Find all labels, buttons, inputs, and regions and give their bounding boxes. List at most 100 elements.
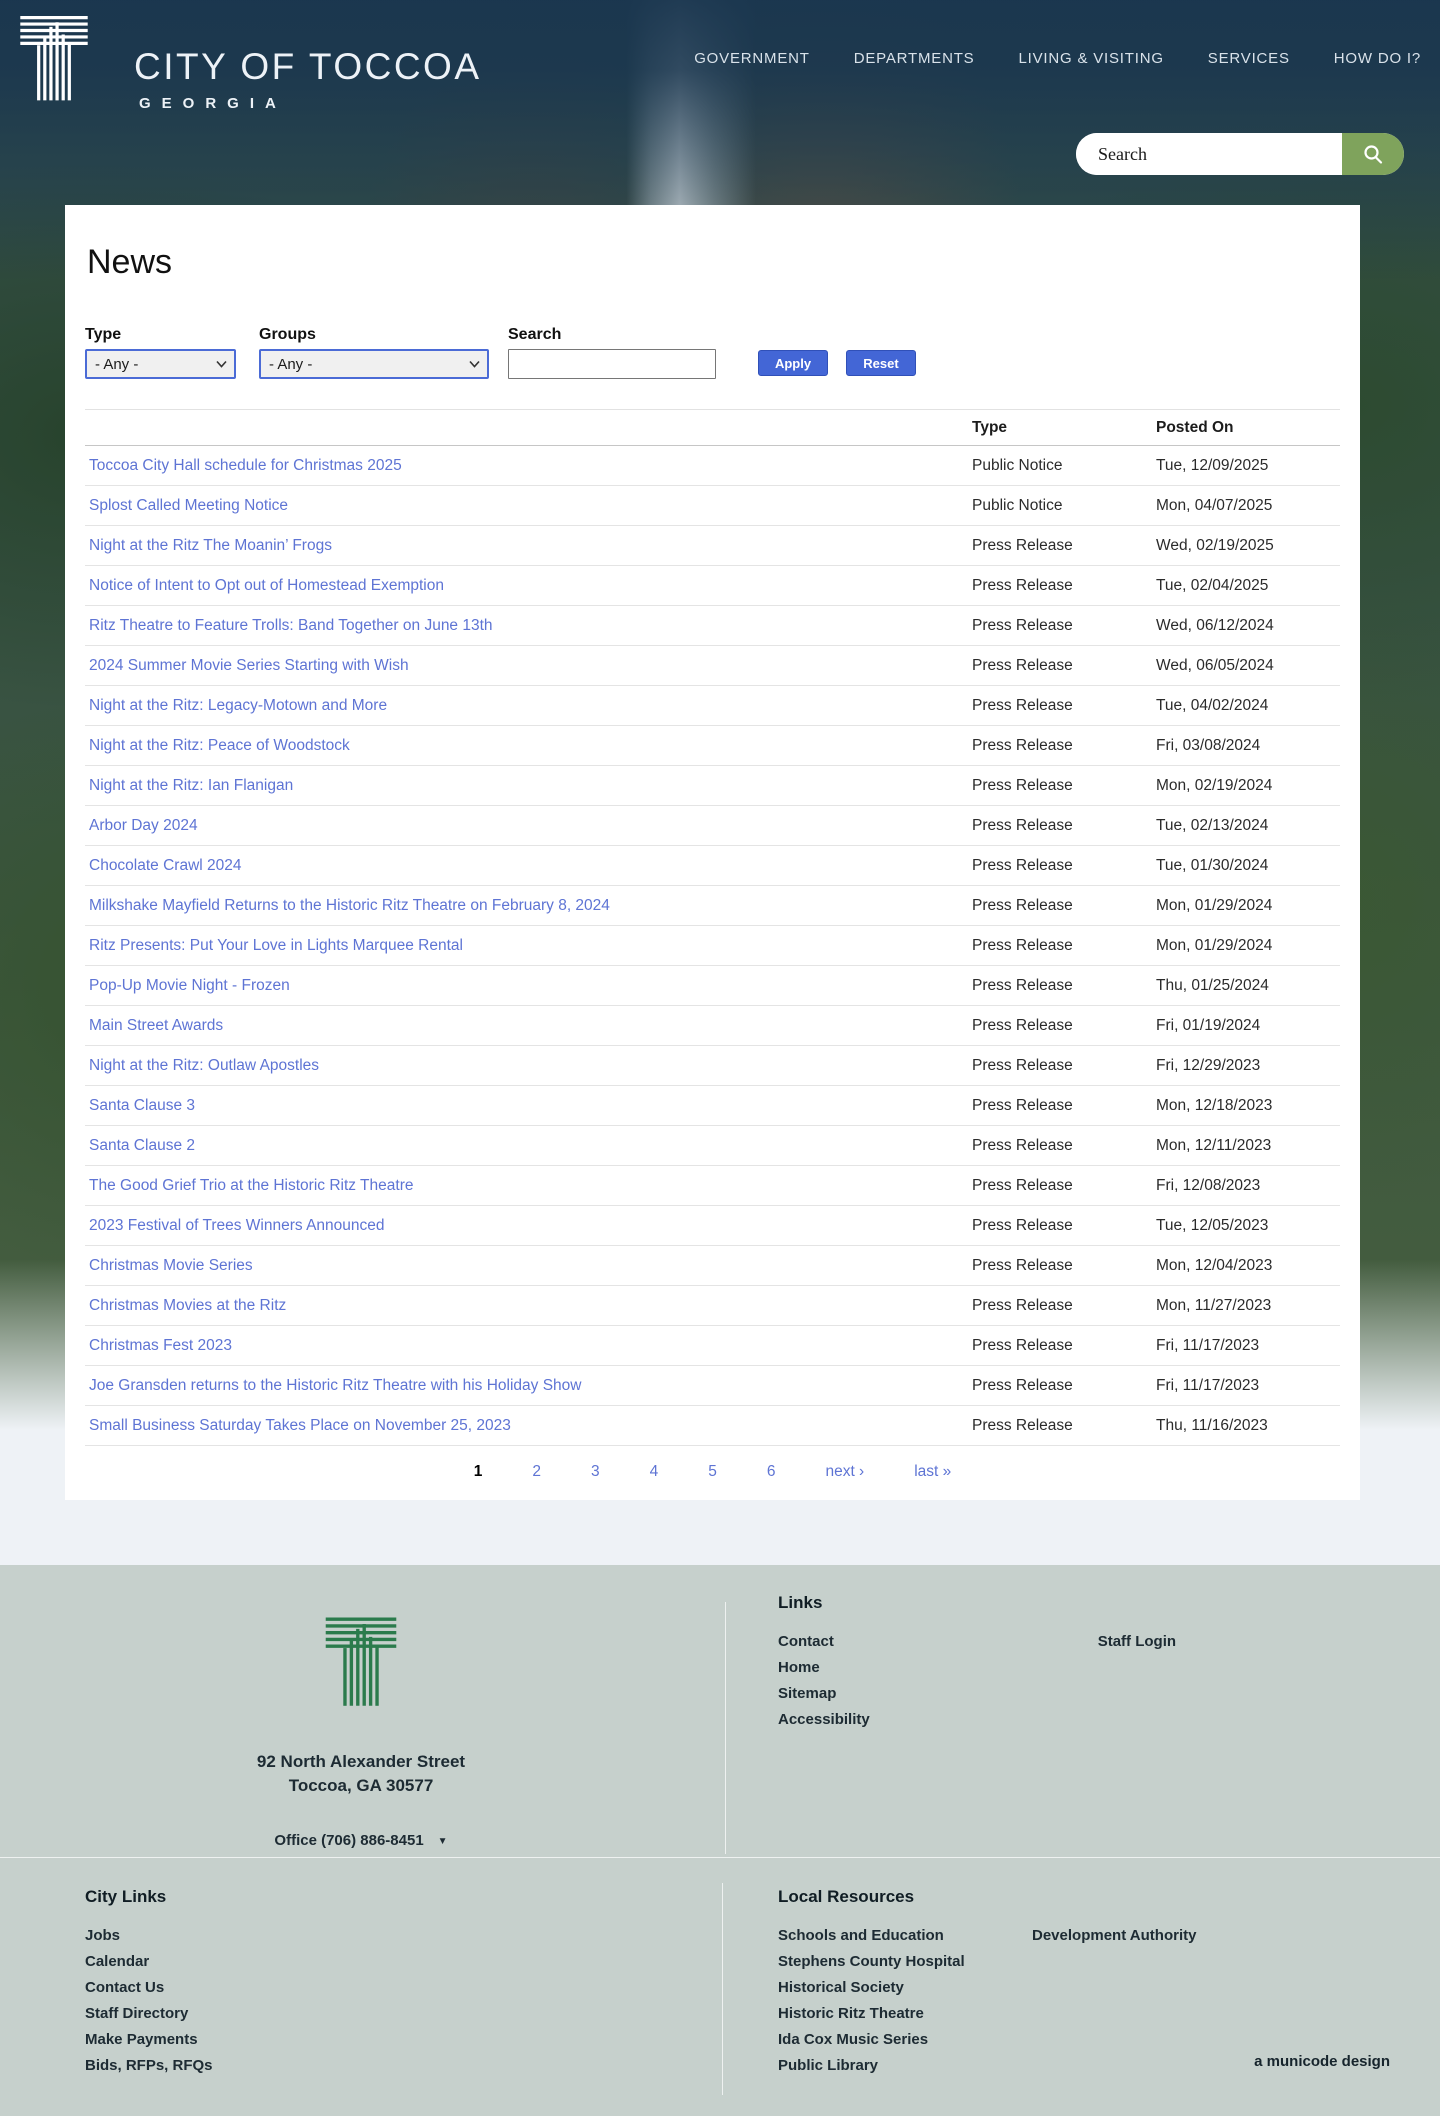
news-item-link[interactable]: Night at the Ritz: Ian Flanigan	[89, 777, 293, 794]
pagination-page-link[interactable]: 3	[591, 1463, 600, 1481]
news-item-posted: Fri, 12/08/2023	[1152, 1166, 1340, 1206]
pagination-last-link[interactable]: last »	[914, 1463, 951, 1481]
groups-filter-select[interactable]: - Any -	[259, 349, 489, 379]
news-item-type: Press Release	[968, 966, 1152, 1006]
table-row: Notice of Intent to Opt out of Homestead…	[85, 566, 1340, 606]
city-link[interactable]: Make Payments	[85, 2027, 213, 2053]
news-item-link[interactable]: Ritz Presents: Put Your Love in Lights M…	[89, 937, 463, 954]
news-item-link[interactable]: Night at the Ritz The Moanin’ Frogs	[89, 537, 332, 554]
news-item-link[interactable]: Chocolate Crawl 2024	[89, 857, 242, 874]
nav-item[interactable]: HOW DO I?	[1334, 50, 1421, 67]
news-item-link[interactable]: Night at the Ritz: Outlaw Apostles	[89, 1057, 319, 1074]
apply-button[interactable]: Apply	[758, 350, 828, 376]
pagination: 1 23456 next › last »	[85, 1463, 1340, 1481]
nav-item[interactable]: SERVICES	[1208, 50, 1290, 67]
news-item-link[interactable]: Ritz Theatre to Feature Trolls: Band Tog…	[89, 617, 493, 634]
reset-button[interactable]: Reset	[846, 350, 916, 376]
news-item-link[interactable]: Night at the Ritz: Legacy-Motown and Mor…	[89, 697, 387, 714]
news-item-link[interactable]: Santa Clause 3	[89, 1097, 195, 1114]
caret-down-icon: ▼	[438, 1836, 448, 1847]
staff-login-link[interactable]: Staff Login	[1098, 1629, 1176, 1655]
news-item-posted: Wed, 06/05/2024	[1152, 646, 1340, 686]
table-row: Night at the Ritz: Peace of Woodstock Pr…	[85, 726, 1340, 766]
footer-link[interactable]: Sitemap	[778, 1681, 870, 1707]
local-resource-link[interactable]: Stephens County Hospital	[778, 1949, 1032, 1975]
municode-credit[interactable]: a municode design	[1254, 2053, 1390, 2070]
local-resource-link[interactable]: Public Library	[778, 2053, 1032, 2079]
content-card: News Type - Any - Groups - Any - Search	[65, 205, 1360, 1500]
news-item-link[interactable]: The Good Grief Trio at the Historic Ritz…	[89, 1177, 413, 1194]
city-link[interactable]: Contact Us	[85, 1975, 213, 2001]
footer-link[interactable]: Home	[778, 1655, 870, 1681]
news-item-posted: Fri, 11/17/2023	[1152, 1366, 1340, 1406]
table-row: Chocolate Crawl 2024 Press Release Tue, …	[85, 846, 1340, 886]
news-item-link[interactable]: Milkshake Mayfield Returns to the Histor…	[89, 897, 610, 914]
news-item-posted: Fri, 12/29/2023	[1152, 1046, 1340, 1086]
news-item-posted: Tue, 12/09/2025	[1152, 446, 1340, 486]
local-resource-link[interactable]: Historic Ritz Theatre	[778, 2001, 1032, 2027]
news-item-link[interactable]: Night at the Ritz: Peace of Woodstock	[89, 737, 350, 754]
chevron-down-icon	[469, 360, 480, 368]
footer-link[interactable]: Contact	[778, 1629, 870, 1655]
nav-item[interactable]: GOVERNMENT	[694, 50, 810, 67]
header-search	[1076, 133, 1404, 175]
pagination-page-link[interactable]: 4	[650, 1463, 659, 1481]
office-phone-toggle[interactable]: Office (706) 886-8451▼	[0, 1832, 722, 1849]
local-resources-block: Local Resources Schools and EducationSte…	[778, 1887, 1196, 2079]
city-link[interactable]: Bids, RFPs, RFQs	[85, 2053, 213, 2079]
news-item-link[interactable]: Joe Gransden returns to the Historic Rit…	[89, 1377, 582, 1394]
news-item-posted: Mon, 12/18/2023	[1152, 1086, 1340, 1126]
city-logo-icon[interactable]	[18, 13, 90, 105]
news-item-link[interactable]: Main Street Awards	[89, 1017, 223, 1034]
footer-link[interactable]: Accessibility	[778, 1707, 870, 1733]
local-resource-link[interactable]: Schools and Education	[778, 1923, 1032, 1949]
local-resource-link[interactable]: Historical Society	[778, 1975, 1032, 2001]
type-filter-select[interactable]: - Any -	[85, 349, 236, 379]
pagination-page-link[interactable]: 2	[532, 1463, 541, 1481]
news-item-posted: Tue, 02/13/2024	[1152, 806, 1340, 846]
news-item-type: Press Release	[968, 806, 1152, 846]
table-row: Arbor Day 2024 Press Release Tue, 02/13/…	[85, 806, 1340, 846]
table-row: Ritz Presents: Put Your Love in Lights M…	[85, 926, 1340, 966]
nav-item[interactable]: LIVING & VISITING	[1019, 50, 1164, 67]
table-row: Christmas Fest 2023 Press Release Fri, 1…	[85, 1326, 1340, 1366]
city-logo-footer-icon	[318, 1616, 404, 1709]
news-item-link[interactable]: Christmas Movies at the Ritz	[89, 1297, 286, 1314]
local-resource-link[interactable]: Development Authority	[1032, 1923, 1196, 1949]
news-item-type: Press Release	[968, 526, 1152, 566]
news-item-posted: Mon, 04/07/2025	[1152, 486, 1340, 526]
column-header-title	[85, 410, 968, 446]
brand-title: CITY OF TOCCOA	[134, 46, 482, 88]
news-item-link[interactable]: Christmas Fest 2023	[89, 1337, 232, 1354]
header-search-input[interactable]	[1076, 133, 1342, 175]
news-item-type: Press Release	[968, 726, 1152, 766]
city-link[interactable]: Calendar	[85, 1949, 213, 1975]
pagination-page-link[interactable]: 6	[767, 1463, 776, 1481]
news-item-type: Press Release	[968, 1006, 1152, 1046]
table-row: The Good Grief Trio at the Historic Ritz…	[85, 1166, 1340, 1206]
news-item-link[interactable]: Christmas Movie Series	[89, 1257, 253, 1274]
news-item-link[interactable]: Pop-Up Movie Night - Frozen	[89, 977, 290, 994]
news-item-link[interactable]: Small Business Saturday Takes Place on N…	[89, 1417, 511, 1434]
nav-item[interactable]: DEPARTMENTS	[854, 50, 975, 67]
news-item-link[interactable]: Splost Called Meeting Notice	[89, 497, 288, 514]
news-item-link[interactable]: 2024 Summer Movie Series Starting with W…	[89, 657, 409, 674]
local-resource-link[interactable]: Ida Cox Music Series	[778, 2027, 1032, 2053]
search-filter-input[interactable]	[508, 349, 716, 379]
news-item-link[interactable]: Santa Clause 2	[89, 1137, 195, 1154]
local-resources-heading: Local Resources	[778, 1887, 1196, 1907]
city-link[interactable]: Jobs	[85, 1923, 213, 1949]
pagination-next-link[interactable]: next ›	[825, 1463, 864, 1481]
news-item-type: Press Release	[968, 1406, 1152, 1446]
news-item-link[interactable]: 2023 Festival of Trees Winners Announced	[89, 1217, 385, 1234]
news-item-link[interactable]: Notice of Intent to Opt out of Homestead…	[89, 577, 444, 594]
news-item-type: Press Release	[968, 886, 1152, 926]
news-item-type: Press Release	[968, 1246, 1152, 1286]
news-item-link[interactable]: Toccoa City Hall schedule for Christmas …	[89, 457, 402, 474]
pagination-page-link[interactable]: 5	[708, 1463, 717, 1481]
news-item-link[interactable]: Arbor Day 2024	[89, 817, 198, 834]
header-search-button[interactable]	[1342, 133, 1404, 175]
table-row: Splost Called Meeting Notice Public Noti…	[85, 486, 1340, 526]
site-brand[interactable]: CITY OF TOCCOA GEORGIA	[134, 46, 482, 112]
city-link[interactable]: Staff Directory	[85, 2001, 213, 2027]
